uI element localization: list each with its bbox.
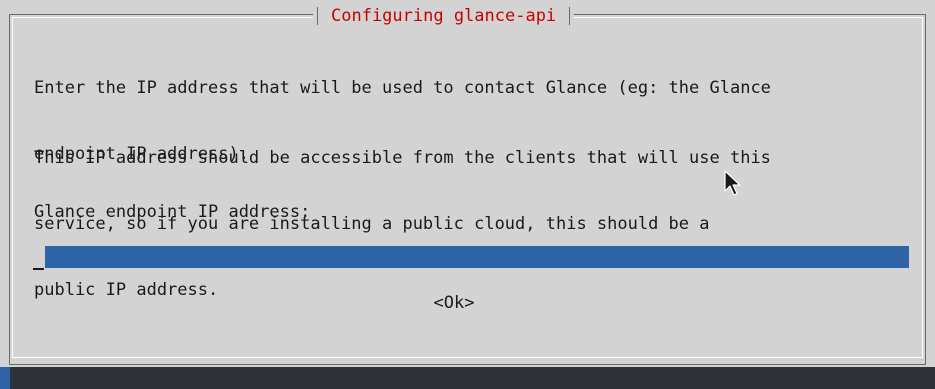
text-cursor [33, 268, 44, 270]
dialog-title: Configuring glance-api [331, 6, 557, 26]
taskbar [0, 367, 935, 389]
mouse-pointer-icon [724, 170, 741, 196]
debconf-screen: Configuring glance-api Enter the IP addr… [0, 0, 935, 389]
title-bracket-left [317, 7, 325, 25]
description-line: Enter the IP address that will be used t… [34, 78, 771, 98]
ip-address-input[interactable] [45, 246, 909, 268]
dialog-title-bar: Configuring glance-api [313, 5, 575, 27]
taskbar-accent [0, 367, 10, 389]
ok-button[interactable]: <Ok> [428, 292, 480, 314]
description-line: This IP address should be accessible fro… [34, 148, 771, 168]
field-label: Glance endpoint IP address: [34, 202, 311, 222]
description-paragraph-2: This IP address should be accessible fro… [34, 103, 771, 345]
description-line: public IP address. [34, 280, 219, 300]
title-bracket-right [562, 7, 571, 25]
ip-address-input-row [33, 246, 909, 270]
